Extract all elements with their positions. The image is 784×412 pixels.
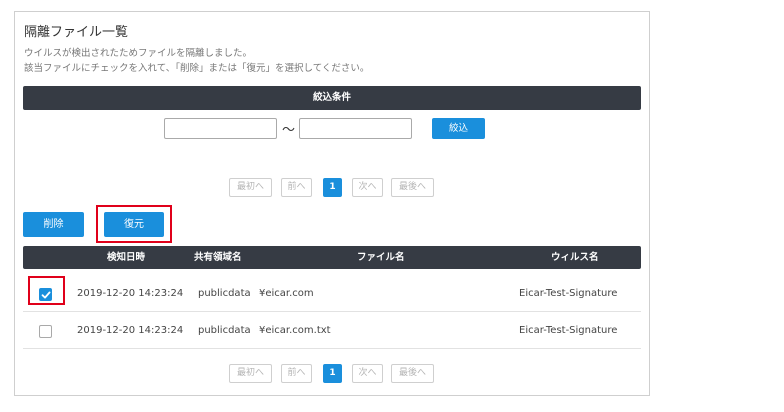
cell-virus-name: Eicar-Test-Signature xyxy=(519,325,618,336)
checkbox-highlight xyxy=(28,276,65,305)
filter-button[interactable]: 絞込 xyxy=(432,118,485,139)
cell-file-name: ¥eicar.com xyxy=(259,288,314,299)
filter-from-input[interactable] xyxy=(164,118,277,139)
pagination-current-page[interactable]: 1 xyxy=(323,364,342,383)
cell-detected-at: 2019-12-20 14:23:24 xyxy=(77,325,184,336)
table-row: 2019-12-20 14:23:24 publicdata ¥eicar.co… xyxy=(23,312,641,349)
cell-virus-name: Eicar-Test-Signature xyxy=(519,288,618,299)
cell-share-name: publicdata xyxy=(198,288,251,299)
column-file-name[interactable]: ファイル名 xyxy=(357,246,405,269)
page-title: 隔離ファイル一覧 xyxy=(24,25,129,40)
pagination-last-button[interactable]: 最後へ xyxy=(391,364,434,383)
column-share-name[interactable]: 共有領域名 xyxy=(194,246,242,269)
pagination-prev-button[interactable]: 前へ xyxy=(281,178,312,197)
pagination-next-button[interactable]: 次へ xyxy=(352,178,383,197)
column-detected-at[interactable]: 検知日時 xyxy=(107,246,145,269)
cell-detected-at: 2019-12-20 14:23:24 xyxy=(77,288,184,299)
cell-file-name: ¥eicar.com.txt xyxy=(259,325,331,336)
row-checkbox[interactable] xyxy=(39,325,52,338)
delete-button[interactable]: 削除 xyxy=(23,212,84,237)
table-row: 2019-12-20 14:23:24 publicdata ¥eicar.co… xyxy=(23,275,641,312)
quarantine-panel: 隔離ファイル一覧 ウイルスが検出されたためファイルを隔離しました。 該当ファイル… xyxy=(14,11,650,396)
pagination-first-button[interactable]: 最初へ xyxy=(229,364,272,383)
pagination-first-button[interactable]: 最初へ xyxy=(229,178,272,197)
restore-button-highlight xyxy=(96,205,172,243)
pagination-current-page[interactable]: 1 xyxy=(323,178,342,197)
pagination-prev-button[interactable]: 前へ xyxy=(281,364,312,383)
filter-range-separator: ～ xyxy=(282,123,296,138)
table-header: 検知日時 共有領域名 ファイル名 ウィルス名 xyxy=(23,246,641,269)
pagination-last-button[interactable]: 最後へ xyxy=(391,178,434,197)
page-description-line2: 該当ファイルにチェックを入れて、「削除」または「復元」を選択してください。 xyxy=(24,63,370,74)
column-virus-name[interactable]: ウィルス名 xyxy=(551,246,599,269)
cell-share-name: publicdata xyxy=(198,325,251,336)
filter-header: 絞込条件 xyxy=(23,86,641,110)
pagination-next-button[interactable]: 次へ xyxy=(352,364,383,383)
filter-to-input[interactable] xyxy=(299,118,412,139)
page-description-line1: ウイルスが検出されたためファイルを隔離しました。 xyxy=(24,48,253,59)
